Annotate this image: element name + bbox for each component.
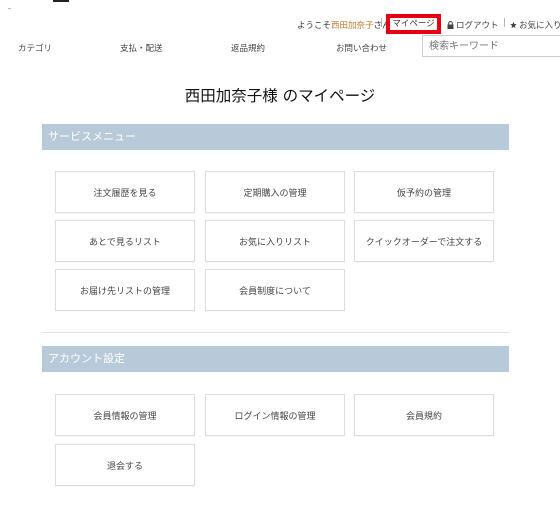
user-bar: ようこそ西田加奈子さん | マイページ ログアウト | お気に入り: [0, 14, 560, 36]
membership-info-button[interactable]: 会員制度について: [205, 269, 345, 311]
section-divider: [42, 332, 509, 333]
service-menu-heading: サービスメニュー: [42, 124, 509, 150]
user-name-link[interactable]: 西田加奈子: [331, 21, 374, 31]
mypage-label: マイページ: [392, 19, 435, 29]
logout-label: ログアウト: [456, 21, 499, 31]
search-input[interactable]: [422, 35, 560, 57]
star-icon: [510, 21, 517, 29]
top-edge-mark: [53, 0, 69, 2]
member-info-management-button[interactable]: 会員情報の管理: [55, 394, 195, 436]
page-title: 西田加奈子様 のマイページ: [184, 87, 376, 105]
logout-link[interactable]: ログアウト: [447, 19, 499, 31]
watch-later-list-button[interactable]: あとで見るリスト: [55, 220, 195, 262]
member-terms-button[interactable]: 会員規約: [354, 394, 494, 436]
account-settings-heading: アカウント設定: [42, 346, 509, 372]
separator: |: [380, 18, 383, 28]
welcome-message: ようこそ西田加奈子さん: [297, 19, 391, 31]
favorites-list-button[interactable]: お気に入りリスト: [205, 220, 345, 262]
reservation-management-button[interactable]: 仮予約の管理: [354, 171, 494, 213]
order-history-button[interactable]: 注文履歴を見る: [55, 171, 195, 213]
mypage-link[interactable]: マイページ: [386, 14, 441, 34]
subscription-management-button[interactable]: 定期購入の管理: [205, 171, 345, 213]
delivery-address-list-button[interactable]: お届け先リストの管理: [55, 269, 195, 311]
lock-icon: [447, 21, 454, 29]
quick-order-button[interactable]: クイックオーダーで注文する: [354, 220, 494, 262]
global-nav: カテゴリ 支払・配送 返品規約 お問い合わせ: [0, 35, 560, 61]
left-edge-mark: [8, 8, 11, 9]
welcome-prefix: ようこそ: [297, 21, 332, 31]
nav-item-payment-shipping[interactable]: 支払・配送: [120, 42, 163, 54]
withdraw-button[interactable]: 退会する: [55, 444, 195, 486]
login-info-management-button[interactable]: ログイン情報の管理: [205, 394, 345, 436]
nav-item-contact[interactable]: お問い合わせ: [336, 42, 387, 54]
nav-item-category[interactable]: カテゴリ: [18, 42, 52, 54]
favorites-link[interactable]: お気に入り: [510, 19, 560, 31]
nav-item-return-policy[interactable]: 返品規約: [231, 42, 265, 54]
favorites-label: お気に入り: [519, 21, 560, 31]
separator: |: [503, 18, 506, 28]
